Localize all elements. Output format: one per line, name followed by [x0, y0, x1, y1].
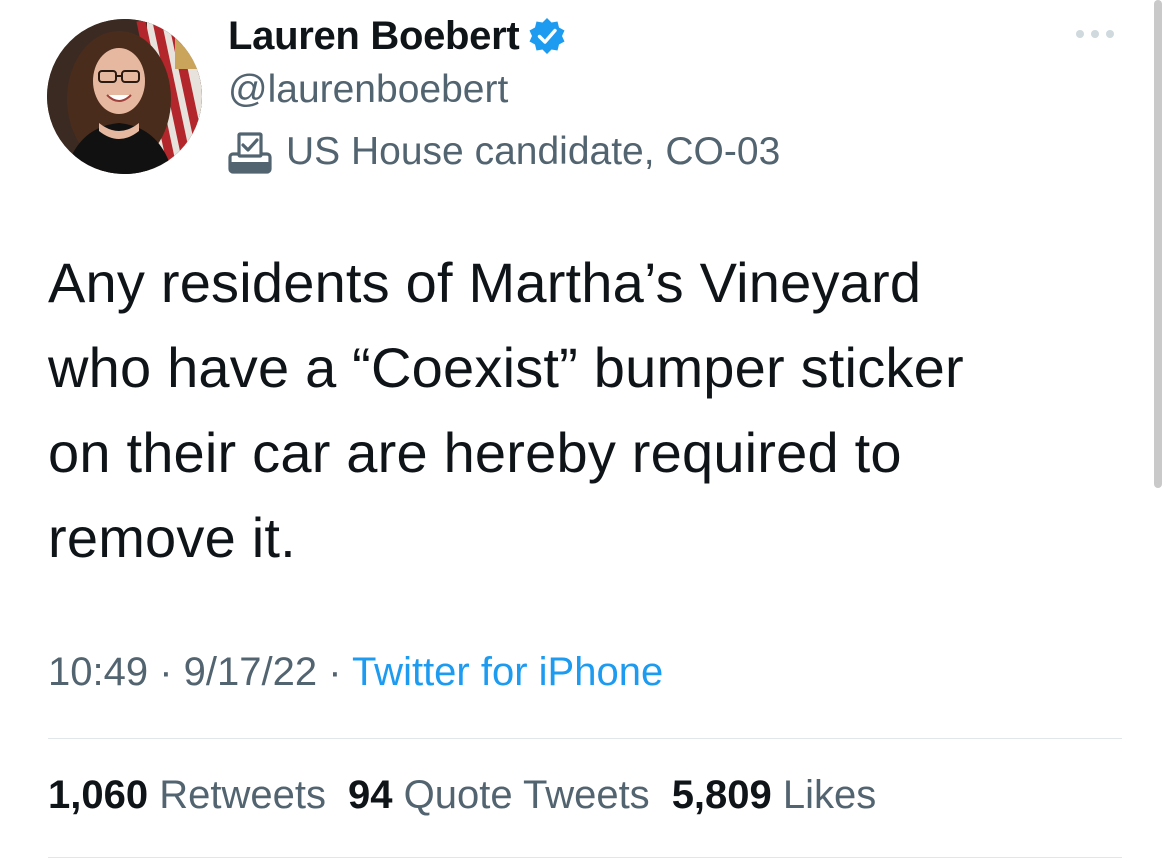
tweet-stats: 1,060 Retweets 94 Quote Tweets 5,809 Likes: [48, 773, 898, 818]
scrollbar[interactable]: [1154, 0, 1162, 488]
tweet-text-line: remove it.: [48, 506, 296, 569]
retweets-label: Retweets: [159, 773, 326, 817]
tweet-source-link[interactable]: Twitter for iPhone: [352, 650, 663, 694]
tweet-time[interactable]: 10:49: [48, 650, 148, 694]
quote-tweets-label: Quote Tweets: [403, 773, 650, 817]
ballot-box-icon: [226, 128, 274, 176]
meta-separator: ·: [317, 650, 352, 694]
more-icon: [1076, 30, 1114, 38]
author-label-text: US House candidate, CO-03: [286, 130, 781, 173]
retweets-count: 1,060: [48, 773, 149, 817]
avatar-photo: [47, 19, 202, 174]
tweet-text-line: on their car are hereby required to: [48, 421, 902, 484]
tweet-detail-view: Lauren Boebert @laurenboebert US House c…: [0, 0, 1170, 863]
likes-label: Likes: [782, 773, 877, 817]
meta-separator: ·: [148, 650, 184, 694]
tweet-text-line: who have a “Coexist” bumper sticker: [48, 336, 964, 399]
likes-stat[interactable]: 5,809 Likes: [672, 773, 877, 817]
author-handle[interactable]: @laurenboebert: [228, 68, 508, 112]
tweet-meta: 10:49 · 9/17/22 · Twitter for iPhone: [48, 650, 663, 695]
author-label-row[interactable]: US House candidate, CO-03: [226, 128, 780, 176]
likes-count: 5,809: [671, 773, 772, 817]
avatar[interactable]: [47, 19, 202, 174]
tweet-date[interactable]: 9/17/22: [184, 650, 317, 694]
more-options-button[interactable]: [1070, 22, 1120, 46]
retweets-stat[interactable]: 1,060 Retweets: [48, 773, 326, 817]
tweet-text-line: Any residents of Martha’s Vineyard: [48, 251, 922, 314]
display-name[interactable]: Lauren Boebert: [228, 14, 520, 59]
tweet-text: Any residents of Martha’s Vineyard who h…: [48, 240, 1138, 580]
verified-badge-icon: [527, 16, 567, 56]
divider: [48, 738, 1122, 739]
quote-tweets-stat[interactable]: 94 Quote Tweets: [348, 773, 650, 817]
author-name-row[interactable]: Lauren Boebert: [228, 12, 567, 60]
quote-tweets-count: 94: [347, 773, 393, 817]
divider: [48, 857, 1122, 858]
